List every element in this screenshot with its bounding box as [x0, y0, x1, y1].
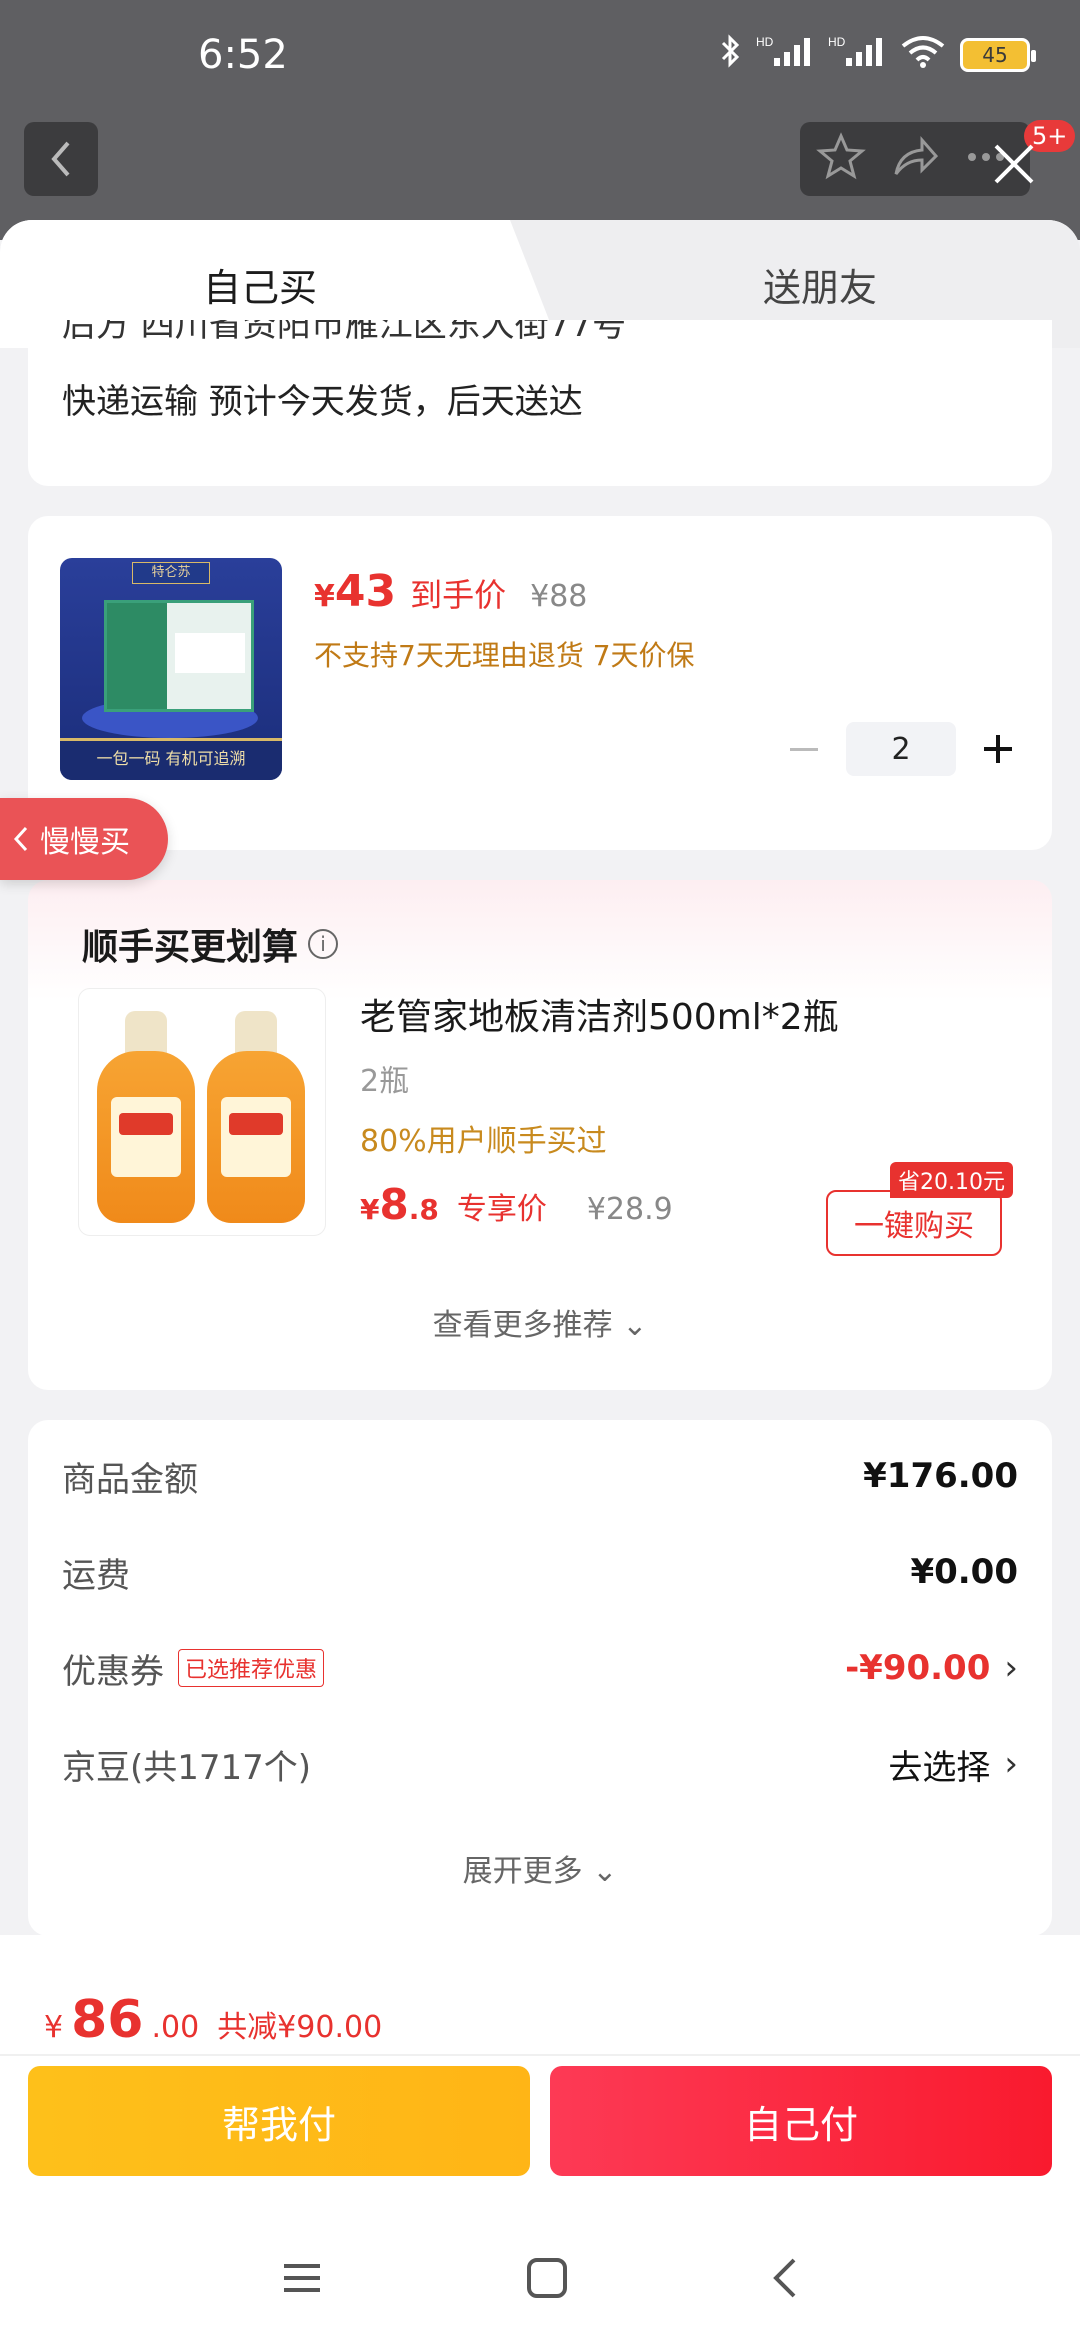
chevron-right-icon: › [1004, 1648, 1018, 1688]
product-original-price: ¥88 [530, 579, 588, 614]
total-dec: .00 [151, 2010, 200, 2045]
product-price: ¥43 [314, 566, 397, 617]
recommend-product-name[interactable]: 老管家地板清洁剂500ml*2瓶 [360, 988, 839, 1040]
battery-icon: 45 [960, 38, 1036, 72]
system-nav-bar [0, 2220, 1080, 2340]
recommend-product-spec: 2瓶 [360, 1064, 410, 1099]
status-time: 6:52 [198, 32, 288, 78]
coupon-label-group: 优惠券 已选推荐优惠 [62, 1644, 325, 1693]
signal-icon-2: HD [828, 34, 886, 76]
status-icons: HD HD 45 [720, 34, 1036, 76]
status-bar: 6:52 HD HD 45 [0, 0, 1080, 120]
recommend-users-text: 80%用户顺手买过 [360, 1124, 607, 1159]
freight-row: 运费 ¥0.00 [62, 1542, 1018, 1602]
recommend-card: 顺手买更划算 i 老管家地板清洁剂500ml*2瓶 2瓶 80%用户顺手买过 ¥… [28, 880, 1052, 1390]
product-image[interactable]: 特仑苏 一包一码 有机可追溯 [60, 558, 282, 780]
total-yen: ¥ [44, 2010, 64, 2045]
jd-beans-value: 去选择 [888, 1747, 991, 1788]
address-text: 后方 四川省资阳市雁江区东大街77号 [62, 320, 627, 345]
signal-icon-1: HD [756, 34, 814, 76]
wifi-icon [900, 34, 946, 76]
back-nav-icon[interactable] [770, 2256, 800, 2304]
quantity-plus-button[interactable] [978, 729, 1018, 769]
quantity-stepper: 2 [784, 722, 1018, 776]
menu-icon[interactable] [280, 2258, 324, 2302]
coupon-label: 优惠券 [62, 1651, 164, 1692]
total-int: 86 [71, 1990, 144, 2050]
product-card: 特仑苏 一包一码 有机可追溯 ¥43 到手价 ¥88 不支持7天无理由退货 7天… [28, 516, 1052, 850]
total-discount: 共减¥90.00 [217, 2010, 383, 2045]
more-recommend-link[interactable]: 查看更多推荐 ⌄ [28, 1300, 1052, 1344]
product-price-row: ¥43 到手价 ¥88 [314, 566, 587, 617]
product-price-label: 到手价 [410, 576, 507, 614]
help-pay-button[interactable]: 帮我付 [28, 2066, 530, 2176]
chevron-left-icon [51, 141, 70, 177]
product-image-tag: 特仑苏 [132, 562, 210, 584]
svg-text:HD: HD [756, 35, 774, 49]
order-summary-card: 商品金额 ¥176.00 运费 ¥0.00 优惠券 已选推荐优惠 -¥90.00 ›… [28, 1420, 1052, 1936]
self-pay-button[interactable]: 自己付 [550, 2066, 1052, 2176]
slow-buy-button[interactable]: 慢慢买 [0, 798, 168, 880]
product-policy: 不支持7天无理由退货 7天价保 [314, 639, 695, 672]
coupon-value-group: -¥90.00 › [845, 1648, 1018, 1688]
back-button[interactable] [24, 122, 98, 196]
product-image-banner: 一包一码 有机可追溯 [60, 738, 282, 780]
recommend-price-row: ¥8.8 专享价 ¥28.9 [360, 1180, 673, 1229]
footer-divider [0, 2054, 1080, 2056]
total-price: ¥ 86 .00 共减¥90.00 [44, 1990, 382, 2050]
quantity-input[interactable]: 2 [846, 722, 956, 776]
freight-label: 运费 [62, 1555, 130, 1596]
product-image-box [104, 600, 254, 712]
close-icon [994, 144, 1034, 184]
recommend-original-price: ¥28.9 [586, 1192, 673, 1227]
address-card[interactable]: 后方 四川省资阳市雁江区东大街77号 快递运输 预计今天发货，后天送达 [28, 320, 1052, 486]
share-icon[interactable] [890, 132, 940, 186]
jd-beans-row[interactable]: 京豆(共1717个) 去选择 › [62, 1734, 1018, 1794]
svg-text:HD: HD [828, 35, 846, 49]
recommend-price: ¥8.8 [360, 1180, 439, 1229]
quantity-minus-button[interactable] [784, 729, 824, 769]
coupon-value: -¥90.00 [845, 1648, 991, 1688]
info-icon[interactable]: i [308, 929, 339, 959]
home-icon[interactable] [525, 2256, 569, 2304]
jd-beans-value-group: 去选择 › [888, 1740, 1018, 1789]
recommend-product-image[interactable] [78, 988, 326, 1236]
jd-beans-label: 京豆(共1717个) [62, 1747, 312, 1788]
coupon-tag: 已选推荐优惠 [178, 1649, 325, 1687]
goods-amount-row: 商品金额 ¥176.00 [62, 1446, 1018, 1506]
bluetooth-icon [720, 34, 742, 76]
coupon-row[interactable]: 优惠券 已选推荐优惠 -¥90.00 › [62, 1638, 1018, 1698]
battery-level: 45 [982, 43, 1008, 67]
close-button[interactable] [990, 140, 1038, 188]
star-icon[interactable] [816, 132, 866, 186]
slow-buy-label: 慢慢买 [40, 825, 130, 860]
recommend-title: 顺手买更划算 i [82, 918, 339, 970]
save-badge: 省20.10元 [890, 1162, 1013, 1198]
chevron-right-icon: › [1004, 1744, 1018, 1784]
expand-more-link[interactable]: 展开更多 ⌄ [28, 1846, 1052, 1890]
shipping-info: 快递运输 预计今天发货，后天送达 [62, 382, 583, 422]
chevron-left-icon [13, 826, 28, 852]
one-click-buy-button[interactable]: 一键购买 [826, 1190, 1002, 1256]
goods-amount-value: ¥176.00 [863, 1456, 1018, 1496]
recommend-price-label: 专享价 [456, 1192, 547, 1227]
goods-amount-label: 商品金额 [62, 1459, 198, 1500]
recommend-title-text: 顺手买更划算 [82, 927, 299, 968]
freight-value: ¥0.00 [910, 1552, 1018, 1592]
